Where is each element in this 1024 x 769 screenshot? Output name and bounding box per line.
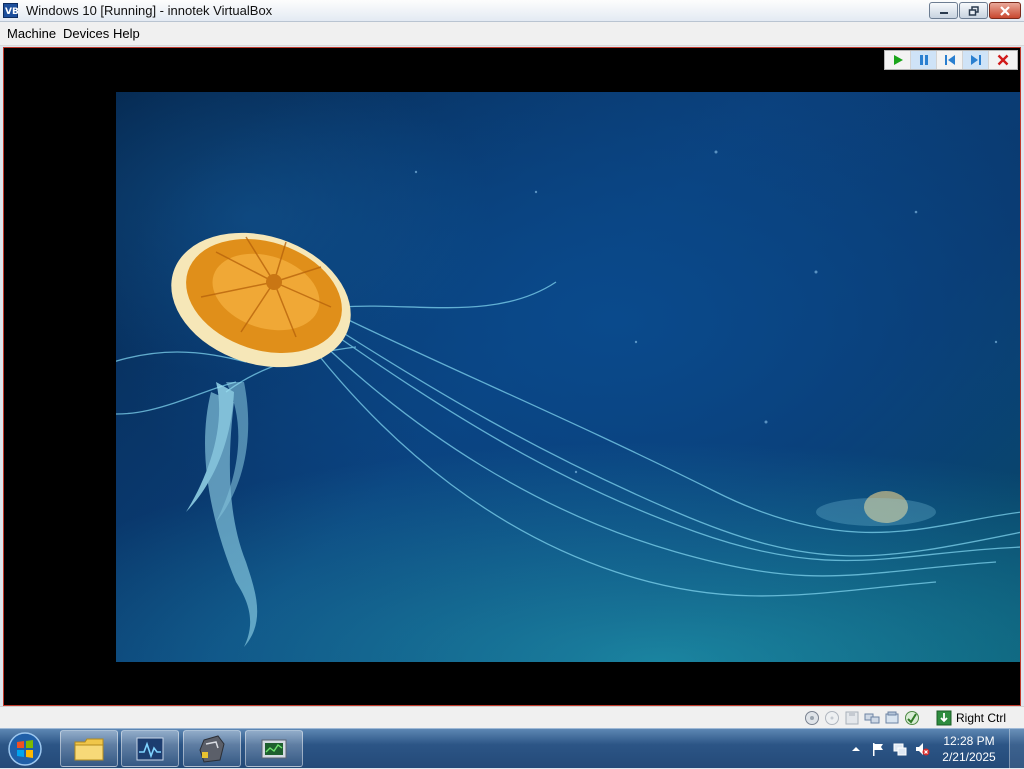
vm-control-toolbar	[884, 50, 1018, 70]
file-explorer-icon	[74, 738, 104, 760]
usb-icon[interactable]	[884, 710, 900, 726]
clock[interactable]: 12:28 PM 2/21/2025	[936, 733, 1002, 765]
menu-help[interactable]: Help	[113, 26, 140, 41]
close-x-icon	[997, 54, 1009, 66]
volume-muted-icon[interactable]	[914, 741, 930, 757]
show-desktop-button[interactable]	[1009, 729, 1024, 769]
vm-display[interactable]	[3, 47, 1021, 706]
skip-forward-icon	[970, 55, 981, 65]
close-vm-button[interactable]	[989, 51, 1017, 69]
mouse-integration-icon[interactable]	[936, 710, 952, 726]
restore-icon	[968, 5, 979, 16]
status-icons	[804, 710, 920, 726]
svg-text:VB: VB	[5, 7, 18, 17]
system-tray: 12:28 PM 2/21/2025	[834, 729, 1024, 769]
start-orb-icon[interactable]	[6, 731, 44, 767]
network-icon[interactable]	[864, 710, 880, 726]
window-buttons	[928, 2, 1021, 20]
minimize-icon	[939, 11, 948, 14]
pause-button[interactable]	[911, 51, 937, 69]
minimize-button[interactable]	[929, 2, 958, 19]
show-hidden-icons-arrow[interactable]	[848, 741, 864, 757]
pause-icon	[919, 55, 928, 65]
menu-devices[interactable]: Devices	[63, 26, 109, 41]
play-button[interactable]	[885, 51, 911, 69]
restore-button[interactable]	[959, 2, 988, 19]
skip-back-icon	[944, 55, 955, 65]
hard-disk-icon[interactable]	[804, 710, 820, 726]
play-icon	[893, 55, 903, 65]
taskbar-task-manager[interactable]	[245, 730, 303, 767]
desktop-wallpaper-jellyfish	[116, 92, 1020, 662]
host-taskbar: 12:28 PM 2/21/2025	[0, 728, 1024, 769]
title-bar[interactable]: VB Windows 10 [Running] - innotek Virtua…	[0, 0, 1024, 22]
skip-forward-button[interactable]	[963, 51, 989, 69]
floppy-icon[interactable]	[844, 710, 860, 726]
taskbar-virtualbox[interactable]	[183, 730, 241, 767]
window-close-button[interactable]	[989, 2, 1021, 19]
taskbar-resource-monitor[interactable]	[121, 730, 179, 767]
virtualbox-icon: VB	[3, 3, 18, 18]
clock-time: 12:28 PM	[943, 734, 995, 748]
vm-status-bar: Right Ctrl	[0, 706, 1024, 728]
shared-folder-icon[interactable]	[904, 710, 920, 726]
menu-bar: Machine Devices Help	[0, 22, 1024, 46]
skip-back-button[interactable]	[937, 51, 963, 69]
window-title: Windows 10 [Running] - innotek VirtualBo…	[26, 3, 273, 18]
clock-date: 2/21/2025	[942, 750, 996, 764]
menu-machine[interactable]: Machine	[7, 26, 56, 41]
host-key-label: Right Ctrl	[955, 711, 1006, 725]
taskbar-file-explorer[interactable]	[60, 730, 118, 767]
task-manager-icon	[261, 739, 287, 758]
action-center-flag-icon[interactable]	[870, 741, 886, 757]
resource-monitor-icon	[136, 737, 164, 760]
close-icon	[1000, 5, 1010, 16]
optical-drive-icon[interactable]	[824, 710, 840, 726]
virtualbox-app-icon	[199, 734, 225, 763]
network-tray-icon[interactable]	[892, 741, 908, 757]
